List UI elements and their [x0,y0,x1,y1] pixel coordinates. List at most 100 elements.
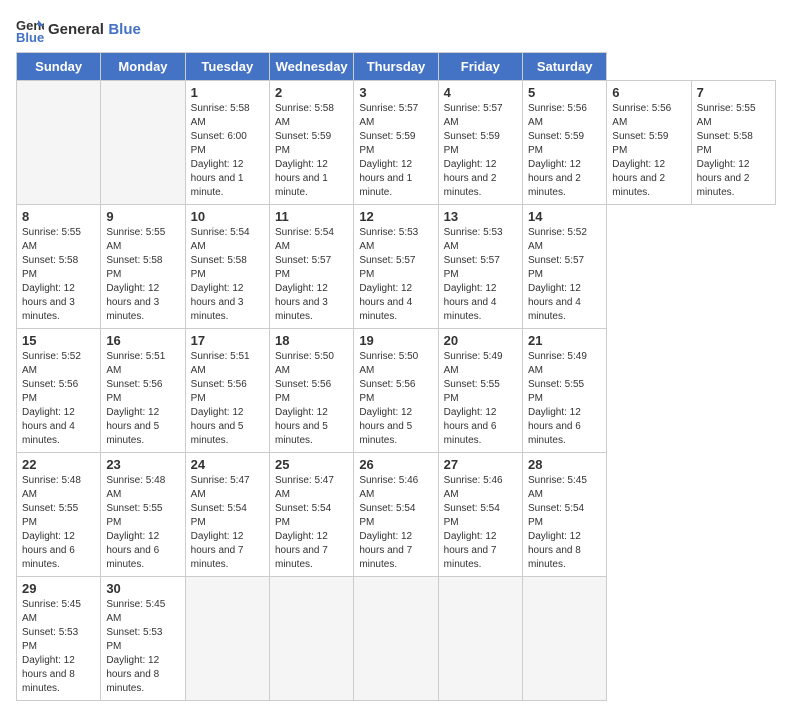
calendar-cell: 1 Sunrise: 5:58 AM Sunset: 6:00 PM Dayli… [185,81,269,205]
day-number: 8 [22,209,95,224]
header: General Blue General Blue [16,16,776,44]
day-info: Sunrise: 5:54 AM Sunset: 5:57 PM Dayligh… [275,226,348,324]
week-row-4: 22 Sunrise: 5:48 AM Sunset: 5:55 PM Dayl… [17,453,776,577]
day-number: 7 [697,85,770,100]
calendar-cell: 4 Sunrise: 5:57 AM Sunset: 5:59 PM Dayli… [438,81,522,205]
calendar-cell [101,81,185,205]
week-row-1: 1 Sunrise: 5:58 AM Sunset: 6:00 PM Dayli… [17,81,776,205]
weekday-header-friday: Friday [438,53,522,81]
day-info: Sunrise: 5:48 AM Sunset: 5:55 PM Dayligh… [106,474,179,572]
day-number: 13 [444,209,517,224]
day-info: Sunrise: 5:57 AM Sunset: 5:59 PM Dayligh… [444,102,517,200]
logo-text: General Blue [48,21,141,39]
week-row-2: 8 Sunrise: 5:55 AM Sunset: 5:58 PM Dayli… [17,205,776,329]
week-row-5: 29 Sunrise: 5:45 AM Sunset: 5:53 PM Dayl… [17,577,776,701]
day-info: Sunrise: 5:56 AM Sunset: 5:59 PM Dayligh… [528,102,601,200]
day-number: 28 [528,457,601,472]
weekday-header-tuesday: Tuesday [185,53,269,81]
calendar-cell: 30 Sunrise: 5:45 AM Sunset: 5:53 PM Dayl… [101,577,185,701]
day-number: 11 [275,209,348,224]
day-number: 25 [275,457,348,472]
calendar-cell: 16 Sunrise: 5:51 AM Sunset: 5:56 PM Dayl… [101,329,185,453]
calendar-cell: 11 Sunrise: 5:54 AM Sunset: 5:57 PM Dayl… [269,205,353,329]
logo: General Blue General Blue [16,16,141,44]
day-info: Sunrise: 5:45 AM Sunset: 5:53 PM Dayligh… [106,598,179,696]
calendar-cell: 3 Sunrise: 5:57 AM Sunset: 5:59 PM Dayli… [354,81,438,205]
svg-text:Blue: Blue [16,30,44,44]
calendar-table: SundayMondayTuesdayWednesdayThursdayFrid… [16,52,776,701]
day-info: Sunrise: 5:47 AM Sunset: 5:54 PM Dayligh… [191,474,264,572]
calendar-cell: 14 Sunrise: 5:52 AM Sunset: 5:57 PM Dayl… [522,205,606,329]
day-number: 15 [22,333,95,348]
day-number: 21 [528,333,601,348]
calendar-cell: 5 Sunrise: 5:56 AM Sunset: 5:59 PM Dayli… [522,81,606,205]
day-number: 1 [191,85,264,100]
day-info: Sunrise: 5:45 AM Sunset: 5:53 PM Dayligh… [22,598,95,696]
calendar-cell: 23 Sunrise: 5:48 AM Sunset: 5:55 PM Dayl… [101,453,185,577]
calendar-cell: 27 Sunrise: 5:46 AM Sunset: 5:54 PM Dayl… [438,453,522,577]
day-number: 19 [359,333,432,348]
day-info: Sunrise: 5:48 AM Sunset: 5:55 PM Dayligh… [22,474,95,572]
day-number: 10 [191,209,264,224]
day-number: 18 [275,333,348,348]
calendar-cell: 20 Sunrise: 5:49 AM Sunset: 5:55 PM Dayl… [438,329,522,453]
day-info: Sunrise: 5:46 AM Sunset: 5:54 PM Dayligh… [444,474,517,572]
calendar-cell: 22 Sunrise: 5:48 AM Sunset: 5:55 PM Dayl… [17,453,101,577]
day-number: 6 [612,85,685,100]
day-number: 30 [106,581,179,596]
day-number: 14 [528,209,601,224]
calendar-cell [522,577,606,701]
calendar-cell: 7 Sunrise: 5:55 AM Sunset: 5:58 PM Dayli… [691,81,775,205]
calendar-cell: 2 Sunrise: 5:58 AM Sunset: 5:59 PM Dayli… [269,81,353,205]
day-number: 16 [106,333,179,348]
day-info: Sunrise: 5:46 AM Sunset: 5:54 PM Dayligh… [359,474,432,572]
day-info: Sunrise: 5:58 AM Sunset: 5:59 PM Dayligh… [275,102,348,200]
day-number: 12 [359,209,432,224]
day-info: Sunrise: 5:52 AM Sunset: 5:56 PM Dayligh… [22,350,95,448]
day-info: Sunrise: 5:52 AM Sunset: 5:57 PM Dayligh… [528,226,601,324]
day-number: 3 [359,85,432,100]
calendar-cell [269,577,353,701]
calendar-cell: 26 Sunrise: 5:46 AM Sunset: 5:54 PM Dayl… [354,453,438,577]
day-number: 20 [444,333,517,348]
day-number: 23 [106,457,179,472]
calendar-cell: 9 Sunrise: 5:55 AM Sunset: 5:58 PM Dayli… [101,205,185,329]
day-info: Sunrise: 5:51 AM Sunset: 5:56 PM Dayligh… [106,350,179,448]
calendar-cell: 19 Sunrise: 5:50 AM Sunset: 5:56 PM Dayl… [354,329,438,453]
weekday-header-sunday: Sunday [17,53,101,81]
day-number: 4 [444,85,517,100]
calendar-cell: 10 Sunrise: 5:54 AM Sunset: 5:58 PM Dayl… [185,205,269,329]
calendar-cell [185,577,269,701]
day-info: Sunrise: 5:55 AM Sunset: 5:58 PM Dayligh… [22,226,95,324]
day-number: 9 [106,209,179,224]
day-info: Sunrise: 5:50 AM Sunset: 5:56 PM Dayligh… [275,350,348,448]
week-row-3: 15 Sunrise: 5:52 AM Sunset: 5:56 PM Dayl… [17,329,776,453]
day-info: Sunrise: 5:49 AM Sunset: 5:55 PM Dayligh… [528,350,601,448]
calendar-cell: 24 Sunrise: 5:47 AM Sunset: 5:54 PM Dayl… [185,453,269,577]
day-info: Sunrise: 5:57 AM Sunset: 5:59 PM Dayligh… [359,102,432,200]
day-info: Sunrise: 5:55 AM Sunset: 5:58 PM Dayligh… [106,226,179,324]
day-number: 29 [22,581,95,596]
day-info: Sunrise: 5:51 AM Sunset: 5:56 PM Dayligh… [191,350,264,448]
weekday-header-saturday: Saturday [522,53,606,81]
day-number: 24 [191,457,264,472]
weekday-header-thursday: Thursday [354,53,438,81]
calendar-cell: 13 Sunrise: 5:53 AM Sunset: 5:57 PM Dayl… [438,205,522,329]
calendar-cell: 17 Sunrise: 5:51 AM Sunset: 5:56 PM Dayl… [185,329,269,453]
logo-icon: General Blue [16,16,44,44]
calendar-cell [17,81,101,205]
day-info: Sunrise: 5:47 AM Sunset: 5:54 PM Dayligh… [275,474,348,572]
calendar-cell: 12 Sunrise: 5:53 AM Sunset: 5:57 PM Dayl… [354,205,438,329]
calendar-cell: 8 Sunrise: 5:55 AM Sunset: 5:58 PM Dayli… [17,205,101,329]
calendar-cell: 25 Sunrise: 5:47 AM Sunset: 5:54 PM Dayl… [269,453,353,577]
day-number: 2 [275,85,348,100]
calendar-cell: 21 Sunrise: 5:49 AM Sunset: 5:55 PM Dayl… [522,329,606,453]
calendar-cell: 28 Sunrise: 5:45 AM Sunset: 5:54 PM Dayl… [522,453,606,577]
weekday-header-monday: Monday [101,53,185,81]
day-info: Sunrise: 5:53 AM Sunset: 5:57 PM Dayligh… [444,226,517,324]
calendar-cell: 29 Sunrise: 5:45 AM Sunset: 5:53 PM Dayl… [17,577,101,701]
day-number: 22 [22,457,95,472]
day-number: 26 [359,457,432,472]
calendar-cell: 18 Sunrise: 5:50 AM Sunset: 5:56 PM Dayl… [269,329,353,453]
day-info: Sunrise: 5:55 AM Sunset: 5:58 PM Dayligh… [697,102,770,200]
